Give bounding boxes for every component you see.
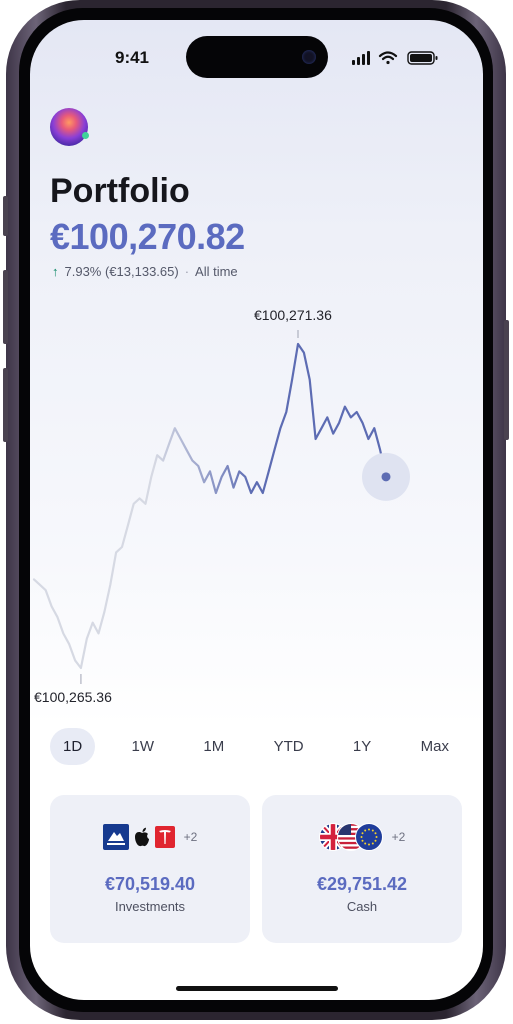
investments-logos: +2 <box>50 823 250 851</box>
cash-card[interactable]: +2 €29,751.42 Cash <box>262 795 462 943</box>
apple-logo-icon <box>134 827 149 847</box>
range-1d[interactable]: 1D <box>50 727 96 765</box>
app-screen: 9:41 Portfolio €100,270.82 ↑ 7.93% (€13,… <box>30 20 483 1000</box>
chart-high-label: €100,271.36 <box>254 307 332 323</box>
eu-flag-icon <box>354 823 383 851</box>
cash-label: Cash <box>346 899 378 914</box>
wifi-icon <box>378 51 398 65</box>
invesco-logo-icon <box>102 824 129 850</box>
range-selector: 1D 1W 1M YTD 1Y Max <box>50 726 462 766</box>
range-1w[interactable]: 1W <box>119 728 168 765</box>
range-1m[interactable]: 1M <box>190 728 237 765</box>
page-title: Portfolio <box>50 172 190 210</box>
volume-down-button <box>3 368 8 442</box>
performance-period: All time <box>195 264 238 279</box>
investments-amount: €70,519.40 <box>104 874 196 894</box>
cash-flags: +2 <box>262 823 462 851</box>
investments-more-count: +2 <box>183 830 198 844</box>
performance-change: 7.93% (€13,133.65) <box>64 264 179 279</box>
separator-dot: · <box>184 264 190 279</box>
investments-card[interactable]: +2 €70,519.40 Investments <box>50 795 250 943</box>
profile-avatar[interactable] <box>50 108 89 146</box>
range-1y[interactable]: 1Y <box>340 728 384 765</box>
portfolio-chart[interactable] <box>30 300 483 720</box>
power-button <box>504 320 509 440</box>
range-max[interactable]: Max <box>408 728 462 765</box>
range-ytd[interactable]: YTD <box>261 728 317 765</box>
chart-low-label: €100,265.36 <box>34 689 112 705</box>
portfolio-value: €100,270.82 <box>50 216 245 257</box>
performance-row[interactable]: ↑ 7.93% (€13,133.65) · All time <box>52 264 238 279</box>
cash-amount: €29,751.42 <box>316 874 408 894</box>
current-point[interactable] <box>381 472 391 482</box>
currency-flags-icon <box>318 823 383 851</box>
battery-icon <box>407 51 438 65</box>
investments-label: Investments <box>114 899 186 914</box>
home-indicator[interactable] <box>176 986 338 991</box>
camera-icon <box>302 50 316 64</box>
signal-icon <box>352 51 370 65</box>
tesla-logo-icon <box>154 826 175 848</box>
volume-up-button <box>3 270 8 344</box>
action-button <box>3 196 8 236</box>
status-time: 9:41 <box>114 48 150 67</box>
arrow-up-icon: ↑ <box>52 264 59 279</box>
dynamic-island <box>186 36 328 78</box>
online-indicator <box>82 132 89 139</box>
status-icons <box>350 50 440 66</box>
portfolio-series-line <box>32 342 388 670</box>
cash-more-count: +2 <box>391 830 406 844</box>
